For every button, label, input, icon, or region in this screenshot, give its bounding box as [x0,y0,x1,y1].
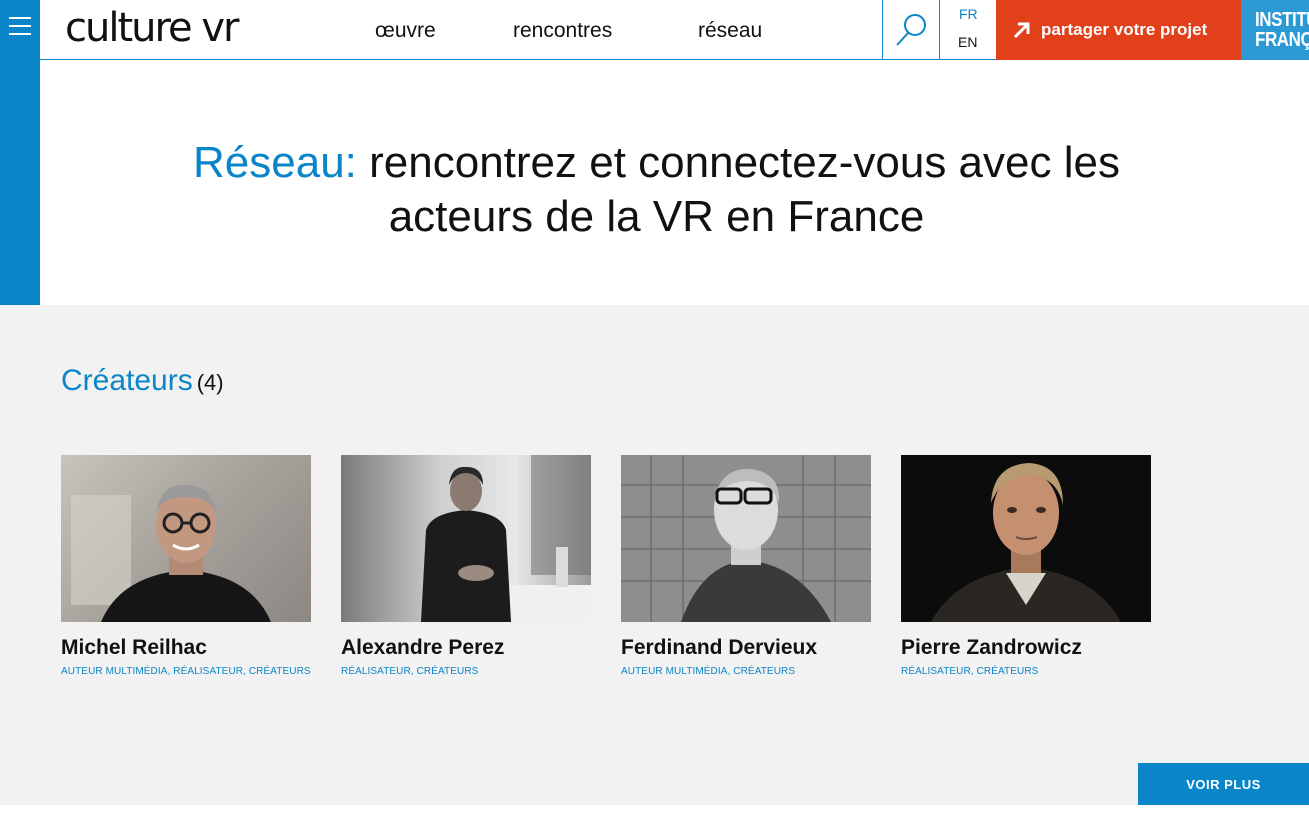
creator-name[interactable]: Ferdinand Dervieux [621,636,871,660]
portrait-illustration [621,455,871,622]
partner-logo[interactable]: INSTITUT FRANÇAIS [1241,0,1309,60]
creator-tags: AUTEUR MULTIMÉDIA, RÉALISATEUR, CRÉATEUR… [61,666,311,677]
creator-tags: AUTEUR MULTIMÉDIA, CRÉATEURS [621,666,796,677]
page-title-line2: acteurs de la VR en France [388,192,925,241]
site-header: culture vr œuvre rencontres réseau FR EN… [40,0,1309,60]
creator-photo[interactable] [61,455,311,622]
hero: Réseau: rencontrez et connectez-vous ave… [40,60,1309,305]
portrait-illustration [421,455,591,622]
creator-photo[interactable] [901,455,1151,622]
arrow-up-right-icon [1013,22,1030,39]
search-button[interactable] [882,0,940,59]
creator-photo[interactable] [621,455,871,622]
creator-name[interactable]: Alexandre Perez [341,636,591,660]
creator-tags: RÉALISATEUR, CRÉATEURS [341,666,479,677]
search-icon [896,13,926,46]
portrait-illustration [71,484,271,622]
nav-rencontres[interactable]: rencontres [513,19,612,43]
nav-reseau[interactable]: réseau [698,19,762,43]
page-title-line1: rencontrez et connectez-vous avec les [356,138,1120,187]
page-title: Réseau: rencontrez et connectez-vous ave… [40,136,1273,244]
creator-name[interactable]: Pierre Zandrowicz [901,636,1151,660]
site-logo[interactable]: culture vr [65,6,239,50]
page-title-accent: Réseau: [193,138,357,187]
partner-logo-line2: FRANÇAIS [1255,29,1309,51]
portrait-illustration [931,463,1121,622]
creator-photo[interactable] [341,455,591,622]
lang-en[interactable]: EN [958,34,977,50]
nav-oeuvre[interactable]: œuvre [375,19,436,43]
see-more-button[interactable]: VOIR PLUS [1138,763,1309,805]
creator-name[interactable]: Michel Reilhac [61,636,311,660]
creators-section: Créateurs (4) Michel Reilhac AUTEUR MULTI… [0,305,1309,805]
creator-card[interactable]: Ferdinand Dervieux AUTEUR MULTIMÉDIA, CR… [621,455,871,677]
menu-icon[interactable] [9,17,31,37]
partner-logo-line1: INSTITUT [1255,9,1309,31]
creator-card[interactable]: Pierre Zandrowicz RÉALISATEUR, CRÉATEURS [901,455,1151,677]
lang-fr[interactable]: FR [959,6,978,22]
language-switcher: FR EN [940,0,996,59]
creator-tags: RÉALISATEUR, CRÉATEURS [901,666,1039,677]
creator-card[interactable]: Alexandre Perez RÉALISATEUR, CRÉATEURS [341,455,591,677]
section-title: Créateurs (4) [61,364,224,398]
section-count: (4) [196,370,224,395]
creator-card[interactable]: Michel Reilhac AUTEUR MULTIMÉDIA, RÉALIS… [61,455,311,677]
share-project-button[interactable]: partager votre projet [996,0,1241,60]
section-title-label: Créateurs [61,364,193,397]
share-project-label: partager votre projet [1041,20,1208,39]
